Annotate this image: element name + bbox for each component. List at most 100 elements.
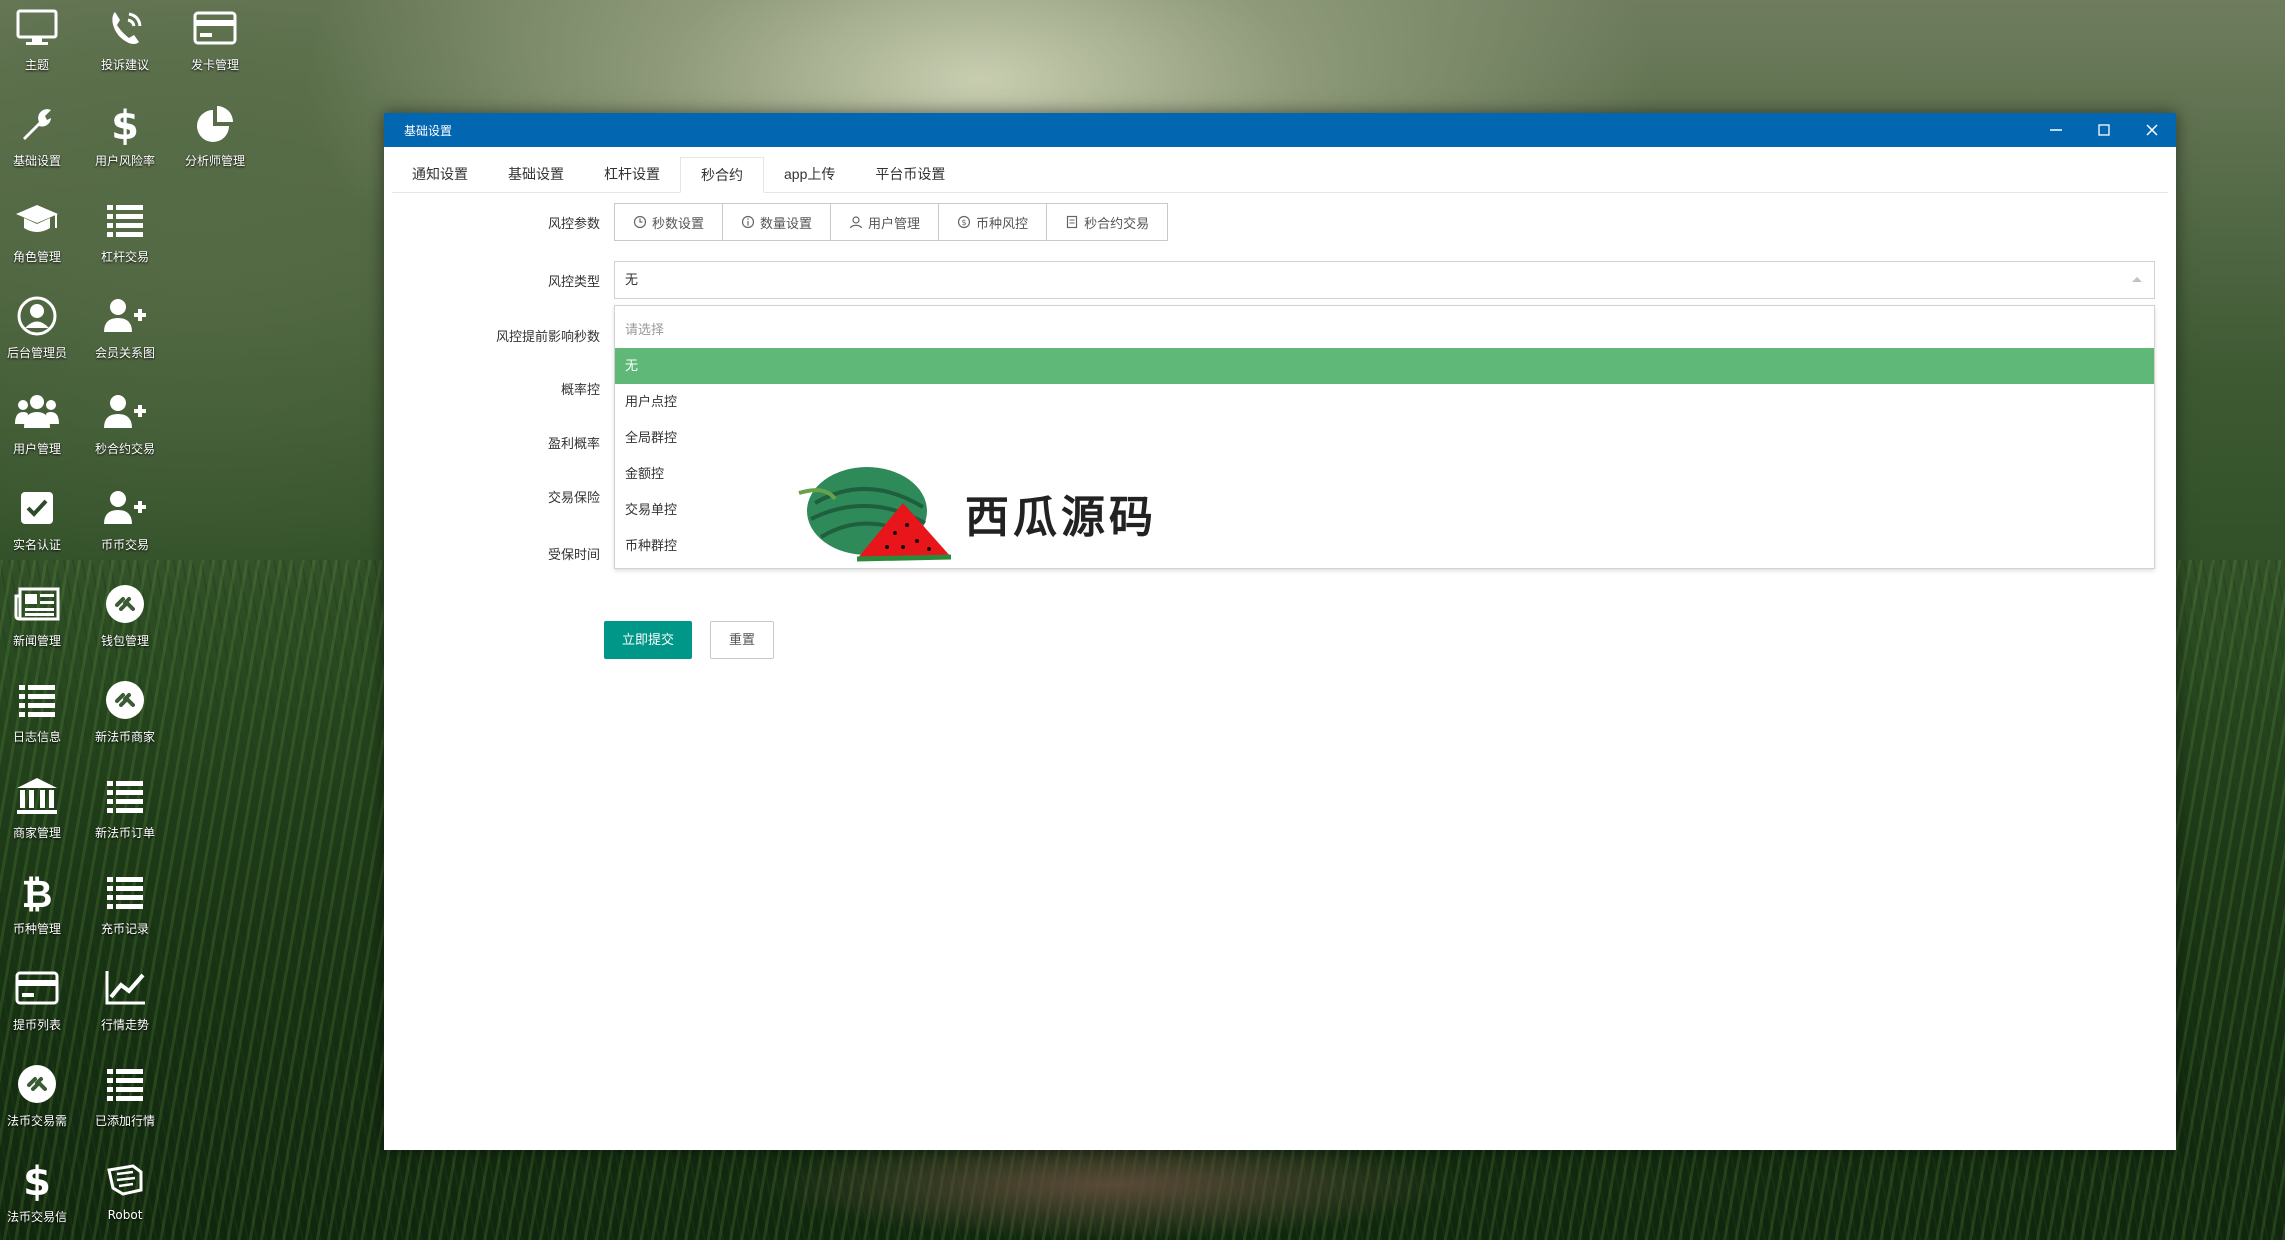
desktop-icon-label: 新闻管理 bbox=[12, 634, 61, 648]
link-circle-icon bbox=[100, 676, 150, 724]
tab-second-contract[interactable]: 秒合约 bbox=[680, 157, 764, 193]
desktop-icon[interactable]: 实名认证 bbox=[0, 482, 82, 562]
tab-notification[interactable]: 通知设置 bbox=[392, 157, 488, 193]
desktop-icon-label: 行情走势 bbox=[100, 1018, 149, 1032]
desktop-icon-label: 商家管理 bbox=[12, 826, 61, 840]
credit-card-icon bbox=[190, 4, 240, 52]
seconds-settings-button[interactable]: 秒数设置 bbox=[615, 204, 724, 240]
desktop-icon[interactable]: 新法币订单 bbox=[80, 770, 170, 850]
desktop-icon[interactable]: $ 用户风险率 bbox=[80, 98, 170, 178]
watermelon-logo-icon bbox=[798, 467, 952, 562]
desktop-icon-label: 已添加行情 bbox=[94, 1114, 155, 1128]
list-icon bbox=[100, 772, 150, 820]
watermark: 西瓜源码 bbox=[795, 463, 1157, 563]
desktop-icon[interactable]: 钱包管理 bbox=[80, 578, 170, 658]
bitcoin-icon: ₿ bbox=[12, 868, 62, 916]
list-icon bbox=[100, 196, 150, 244]
desktop-icon[interactable]: 杠杆交易 bbox=[80, 194, 170, 274]
quantity-settings-button[interactable]: 数量设置 bbox=[723, 204, 832, 240]
user-plus-icon bbox=[100, 484, 150, 532]
desktop-icon[interactable]: 会员关系图 bbox=[80, 290, 170, 370]
tab-leverage[interactable]: 杠杆设置 bbox=[584, 157, 680, 193]
users-icon bbox=[12, 388, 62, 436]
desktop-icon-label: 会员关系图 bbox=[94, 346, 155, 360]
tab-platform-coin[interactable]: 平台币设置 bbox=[855, 157, 965, 193]
list-icon bbox=[100, 868, 150, 916]
desktop-icon[interactable]: 基础设置 bbox=[0, 98, 82, 178]
second-contract-trade-button[interactable]: 秒合约交易 bbox=[1047, 204, 1168, 240]
window-title: 基础设置 bbox=[404, 123, 453, 138]
desktop-icon[interactable]: 提币列表 bbox=[0, 962, 82, 1042]
desktop-icon[interactable]: 充币记录 bbox=[80, 866, 170, 946]
desktop-icon[interactable]: 日志信息 bbox=[0, 674, 82, 754]
desktop-icon-label: 新法币订单 bbox=[94, 826, 155, 840]
trade-insurance-label: 交易保险 bbox=[547, 490, 600, 505]
user-circle-icon bbox=[12, 292, 62, 340]
submit-button[interactable]: 立即提交 bbox=[604, 621, 693, 659]
desktop-icon[interactable]: 已添加行情 bbox=[80, 1058, 170, 1138]
desktop-icon[interactable]: 新闻管理 bbox=[0, 578, 82, 658]
svg-text:₿: ₿ bbox=[22, 872, 53, 913]
risk-params-button-group: 秒数设置 数量设置 用户管理 $ 币种风控 秒合约交易 bbox=[614, 203, 1169, 241]
desktop-icon[interactable]: 法币交易需 bbox=[0, 1058, 82, 1138]
pie-chart-icon bbox=[190, 100, 240, 148]
desktop-icon[interactable]: 主题 bbox=[0, 2, 82, 82]
desktop-icon[interactable]: 后台管理员 bbox=[0, 290, 82, 370]
desktop-icon[interactable]: $ 法币交易信 bbox=[0, 1154, 82, 1234]
reset-button[interactable]: 重置 bbox=[710, 621, 775, 659]
tab-basic[interactable]: 基础设置 bbox=[488, 157, 584, 193]
desktop-icon-label: 杠杆交易 bbox=[100, 250, 149, 264]
monitor-icon bbox=[12, 4, 62, 52]
profit-probability-label: 盈利概率 bbox=[547, 436, 600, 451]
desktop-icon[interactable]: 新法币商家 bbox=[80, 674, 170, 754]
tab-bar: 通知设置 基础设置 杠杆设置 秒合约 app上传 平台币设置 bbox=[392, 147, 2168, 193]
risk-type-label: 风控类型 bbox=[547, 274, 600, 289]
check-square-icon bbox=[12, 484, 62, 532]
window-titlebar[interactable]: 基础设置 bbox=[384, 113, 2176, 147]
desktop-icon-label: 投诉建议 bbox=[100, 58, 149, 72]
desktop-icon-label: 充币记录 bbox=[100, 922, 149, 936]
minimize-icon bbox=[2050, 129, 2062, 131]
info-icon bbox=[741, 215, 755, 229]
close-button[interactable] bbox=[2128, 113, 2176, 147]
dropdown-option[interactable]: 请选择 bbox=[615, 312, 2154, 348]
user-management-button[interactable]: 用户管理 bbox=[831, 204, 940, 240]
desktop-icon-label: 钱包管理 bbox=[100, 634, 149, 648]
desktop-icon[interactable]: 用户管理 bbox=[0, 386, 82, 466]
settings-window: 基础设置 通知设置 基础设置 杠杆设置 秒合约 app上传 平台币设置 风控参数… bbox=[384, 113, 2176, 1150]
coin-risk-button[interactable]: $ 币种风控 bbox=[939, 204, 1048, 240]
desktop-icon[interactable]: 发卡管理 bbox=[170, 2, 260, 82]
desktop-icon[interactable]: 分析师管理 bbox=[170, 98, 260, 178]
desktop-icon[interactable]: 行情走势 bbox=[80, 962, 170, 1042]
user-icon bbox=[849, 216, 863, 229]
dropdown-option[interactable]: 用户点控 bbox=[615, 384, 2154, 420]
desktop-icon-label: 基础设置 bbox=[12, 154, 61, 168]
desktop-icon-label: 发卡管理 bbox=[190, 58, 239, 72]
tab-app-upload[interactable]: app上传 bbox=[764, 157, 855, 193]
desktop-icon[interactable]: ₿ 币种管理 bbox=[0, 866, 82, 946]
desktop-icon[interactable]: 投诉建议 bbox=[80, 2, 170, 82]
link-circle-icon bbox=[100, 580, 150, 628]
desktop-icon[interactable]: 角色管理 bbox=[0, 194, 82, 274]
dropdown-option[interactable]: 全局群控 bbox=[615, 420, 2154, 456]
dollar-icon: $ bbox=[12, 1156, 62, 1204]
wrench-icon bbox=[12, 100, 62, 148]
coin-risk-label: 币种风控 bbox=[976, 215, 1029, 231]
desktop-icon-label: 法币交易信 bbox=[6, 1210, 67, 1224]
minimize-button[interactable] bbox=[2032, 113, 2080, 147]
desktop-icon[interactable]: 币币交易 bbox=[80, 482, 170, 562]
desktop-icon[interactable]: 商家管理 bbox=[0, 770, 82, 850]
seconds-settings-label: 秒数设置 bbox=[652, 215, 705, 231]
desktop-icon[interactable]: 秒合约交易 bbox=[80, 386, 170, 466]
desktop-icon[interactable]: Robot bbox=[80, 1154, 170, 1234]
desktop-icon-label: 主题 bbox=[24, 58, 49, 72]
desktop-icon-label: 新法币商家 bbox=[94, 730, 155, 744]
desktop-icon-label: 币币交易 bbox=[100, 538, 149, 552]
maximize-button[interactable] bbox=[2080, 113, 2128, 147]
caret-up-icon bbox=[2132, 277, 2142, 282]
risk-type-select[interactable]: 无 bbox=[614, 261, 2155, 299]
dropdown-option-selected[interactable]: 无 bbox=[615, 348, 2154, 384]
graduation-cap-icon bbox=[12, 196, 62, 244]
svg-text:$: $ bbox=[23, 1159, 51, 1201]
phone-icon bbox=[100, 4, 150, 52]
